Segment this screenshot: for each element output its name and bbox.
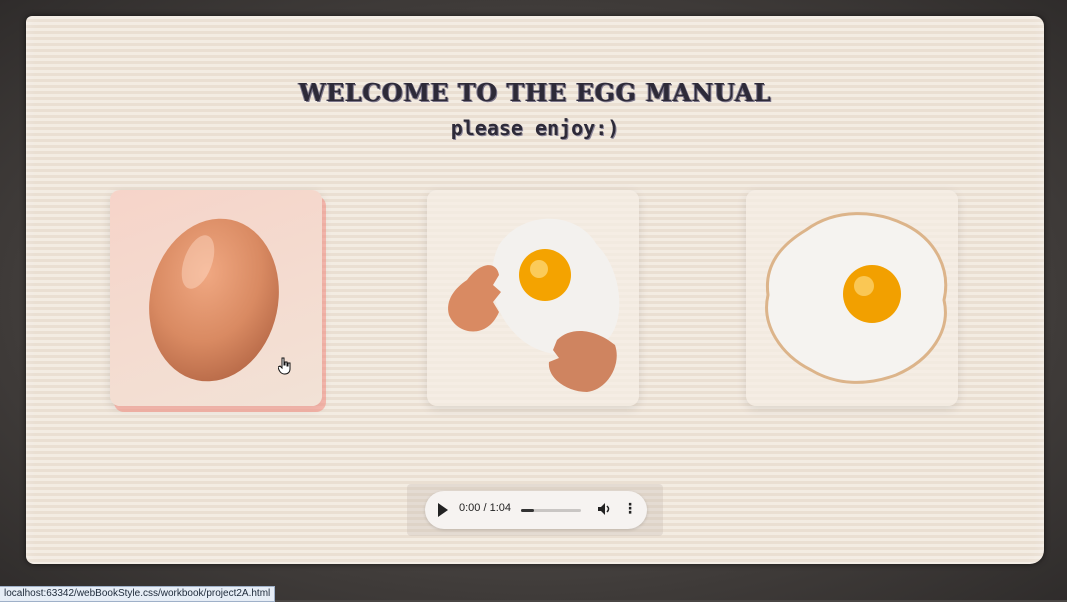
volume-icon[interactable] (597, 502, 611, 516)
audio-player[interactable]: 0:00 / 1:04 ⋮ (425, 491, 647, 529)
page-title: WELCOME TO THE EGG MANUAL (298, 78, 772, 107)
audio-time-separator: / (480, 502, 490, 514)
audio-container: 0:00 / 1:04 ⋮ (407, 484, 663, 536)
audio-time: 0:00 / 1:04 (459, 502, 511, 514)
more-options-icon[interactable]: ⋮ (623, 502, 637, 516)
egg-card-cracked[interactable] (427, 190, 639, 406)
fried-egg-image (765, 212, 948, 384)
egg-card-fried[interactable] (746, 190, 958, 406)
audio-progress-fill (521, 509, 535, 512)
hand-cursor-icon (278, 357, 291, 375)
page-subtitle: please enjoy:) (450, 116, 620, 140)
cracked-egg-image (448, 218, 620, 392)
page-content: WELCOME TO THE EGG MANUAL please enjoy:) (26, 16, 1044, 564)
play-icon[interactable] (438, 503, 448, 517)
audio-current-time: 0:00 (459, 502, 481, 514)
audio-progress-bar[interactable] (521, 509, 581, 512)
audio-duration: 1:04 (489, 502, 512, 514)
